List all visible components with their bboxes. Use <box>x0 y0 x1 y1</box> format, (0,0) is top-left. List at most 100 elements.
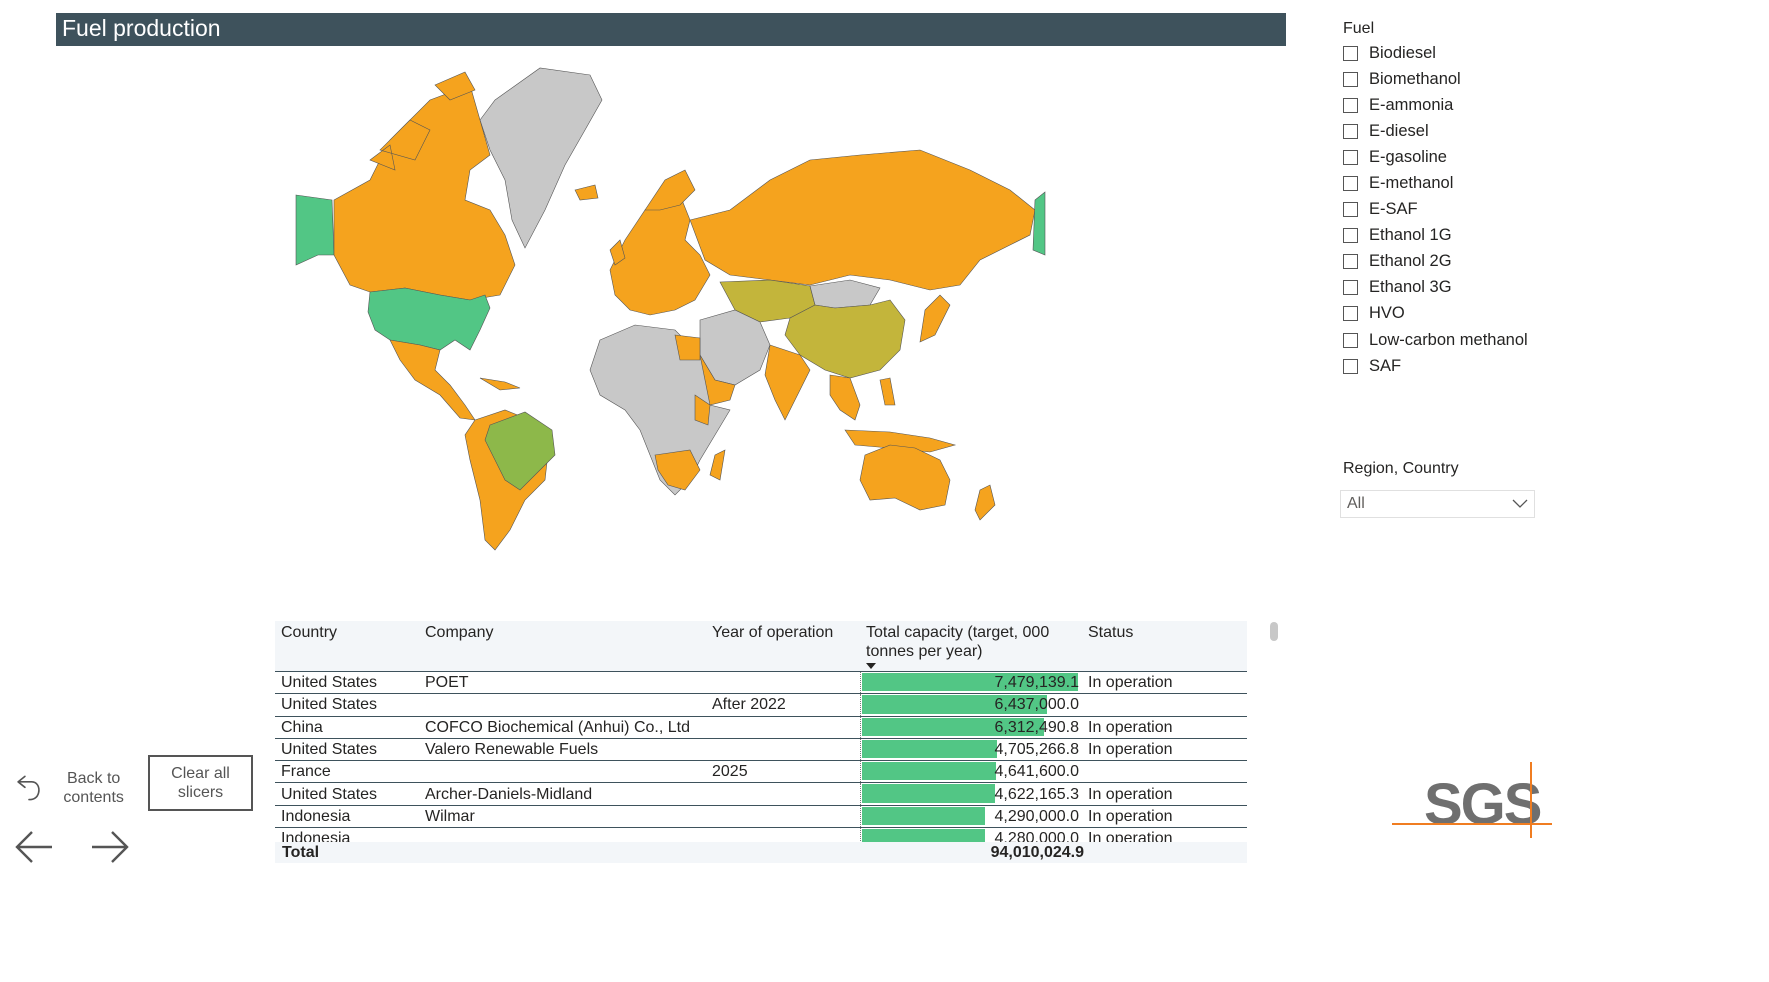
map-region-new-zealand <box>974 484 996 521</box>
fuel-option-e-methanol[interactable]: E-methanol <box>1343 170 1563 196</box>
fuel-option-e-ammonia[interactable]: E-ammonia <box>1343 92 1563 118</box>
cell-year <box>706 805 860 829</box>
fuel-option-ethanol-1g[interactable]: Ethanol 1G <box>1343 223 1563 249</box>
cell-year: After 2022 <box>706 693 860 717</box>
fuel-option-label: Ethanol 2G <box>1369 252 1452 271</box>
capacity-value: 6,312,490.8 <box>994 718 1079 736</box>
capacity-bar <box>861 784 995 803</box>
column-header-capacity[interactable]: Total capacity (target, 000 tonnes per y… <box>860 621 1082 672</box>
fuel-option-ethanol-2g[interactable]: Ethanol 2G <box>1343 249 1563 275</box>
clear-all-slicers-button[interactable]: Clear all slicers <box>148 755 253 811</box>
cell-capacity: 6,312,490.8 <box>859 716 1082 739</box>
map-region-mexico <box>389 339 476 421</box>
cell-company: COFCO Biochemical (Anhui) Co., Ltd <box>419 716 706 739</box>
cell-status: In operation <box>1082 716 1247 739</box>
column-header-company[interactable]: Company <box>419 621 706 672</box>
cell-status <box>1082 760 1247 784</box>
previous-page-button[interactable] <box>14 828 56 871</box>
checkbox[interactable] <box>1343 149 1358 165</box>
fuel-option-biomethanol[interactable]: Biomethanol <box>1343 66 1563 92</box>
checkbox[interactable] <box>1343 45 1358 61</box>
checkbox[interactable] <box>1343 280 1358 296</box>
fuel-option-e-diesel[interactable]: E-diesel <box>1343 118 1563 144</box>
column-header-country[interactable]: Country <box>275 621 419 672</box>
table-total-row: Total 94,010,024.9 <box>275 842 1247 863</box>
cell-company <box>419 760 706 784</box>
next-page-button[interactable] <box>88 828 130 871</box>
column-header-status[interactable]: Status <box>1082 621 1247 672</box>
fuel-option-low-carbon-methanol[interactable]: Low-carbon methanol <box>1343 327 1563 353</box>
table-row[interactable]: United States Archer-Daniels-Midland 4,622… <box>275 782 1247 806</box>
table-row[interactable]: France 2025 4,641,600.0 <box>275 760 1247 784</box>
table-scrollbar[interactable] <box>1270 622 1278 641</box>
fuel-option-biodiesel[interactable]: Biodiesel <box>1343 40 1563 66</box>
cell-company: Wilmar <box>419 805 706 829</box>
cell-country: United States <box>275 738 419 762</box>
map-region-russia-east <box>1032 191 1046 256</box>
cell-country: United States <box>275 693 419 717</box>
map-region-madagascar <box>709 449 726 481</box>
cell-country: France <box>275 760 419 784</box>
undo-arrow-icon <box>17 775 40 801</box>
fuel-option-saf[interactable]: SAF <box>1343 353 1563 379</box>
checkbox[interactable] <box>1343 176 1358 192</box>
cell-capacity: 4,705,266.8 <box>859 738 1082 762</box>
region-dropdown[interactable]: All <box>1340 490 1535 518</box>
cell-capacity: 4,290,000.0 <box>859 805 1082 829</box>
world-map[interactable] <box>290 60 1060 560</box>
chevron-down-icon <box>1512 499 1528 508</box>
logo-text: SGS <box>1424 772 1541 837</box>
fuel-option-ethanol-3g[interactable]: Ethanol 3G <box>1343 275 1563 301</box>
capacity-value: 4,705,266.8 <box>994 741 1079 759</box>
cell-capacity: 4,641,600.0 <box>859 760 1082 784</box>
checkbox[interactable] <box>1343 123 1358 139</box>
cell-status: In operation <box>1082 805 1247 829</box>
checkbox[interactable] <box>1343 97 1358 113</box>
table-row[interactable]: China COFCO Biochemical (Anhui) Co., Ltd 6… <box>275 716 1247 739</box>
checkbox[interactable] <box>1343 228 1358 244</box>
checkbox[interactable] <box>1343 71 1358 87</box>
capacity-bar <box>861 762 996 781</box>
checkbox[interactable] <box>1343 332 1358 348</box>
cell-capacity: 4,622,165.3 <box>859 782 1082 806</box>
map-region-australia <box>859 444 951 511</box>
fuel-option-label: Low-carbon methanol <box>1369 330 1528 349</box>
fuel-option-hvo[interactable]: HVO <box>1343 301 1563 327</box>
fuel-option-label: E-diesel <box>1369 121 1429 140</box>
table-row[interactable]: United States Valero Renewable Fuels 4,705… <box>275 738 1247 762</box>
capacity-bar <box>861 806 986 826</box>
column-header-year[interactable]: Year of operation <box>706 621 860 672</box>
table-row[interactable]: Indonesia Wilmar 4,290,000.0 In operation <box>275 805 1247 829</box>
back-to-contents-button[interactable]: Back to contents <box>14 764 134 812</box>
arrow-left-icon <box>15 831 52 863</box>
page-title: Fuel production <box>56 13 1286 46</box>
map-region-europe <box>609 194 711 316</box>
checkbox[interactable] <box>1343 306 1358 322</box>
cell-country: United States <box>275 782 419 806</box>
cell-capacity: 7,479,139.1 <box>859 671 1082 695</box>
region-slicer-title: Region, Country <box>1343 460 1459 477</box>
map-region-iceland <box>574 184 599 201</box>
fuel-option-e-saf[interactable]: E-SAF <box>1343 197 1563 223</box>
map-region-greenland <box>479 67 603 249</box>
fuel-option-label: Biomethanol <box>1369 69 1461 88</box>
table-row[interactable]: United States After 2022 6,437,000.0 <box>275 693 1247 717</box>
map-region-alaska <box>295 194 335 266</box>
cell-year <box>706 782 860 806</box>
cell-country: China <box>275 716 419 739</box>
fuel-option-e-gasoline[interactable]: E-gasoline <box>1343 144 1563 170</box>
capacity-value: 4,622,165.3 <box>994 785 1079 803</box>
fuel-option-label: Ethanol 1G <box>1369 226 1452 245</box>
table-header-row: Country Company Year of operation Total … <box>275 621 1247 672</box>
checkbox[interactable] <box>1343 202 1358 218</box>
fuel-option-label: E-methanol <box>1369 174 1454 193</box>
region-slicer: Region, Country All <box>1340 458 1538 518</box>
cell-year <box>706 671 860 695</box>
region-dropdown-value: All <box>1347 495 1365 512</box>
checkbox[interactable] <box>1343 358 1358 374</box>
cell-company: Valero Renewable Fuels <box>419 738 706 762</box>
checkbox[interactable] <box>1343 254 1358 270</box>
capacity-table[interactable]: Country Company Year of operation Total … <box>275 621 1247 863</box>
table-row[interactable]: United States POET 7,479,139.1 In operation <box>275 671 1247 695</box>
back-to-contents-label: Back to contents <box>63 770 124 806</box>
